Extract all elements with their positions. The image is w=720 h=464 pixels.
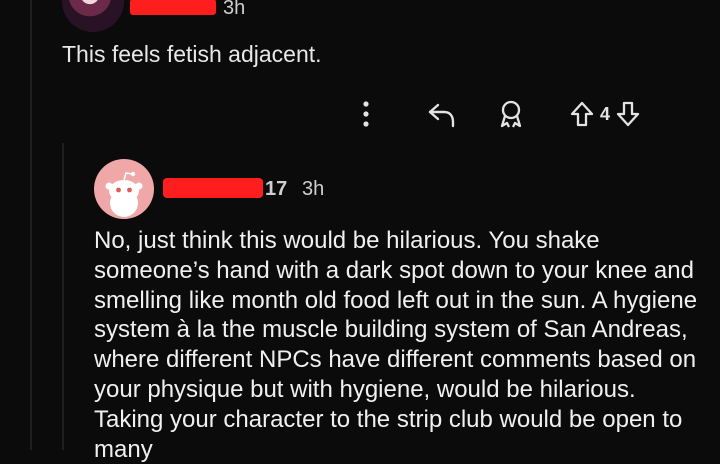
comment-time: 3h: [302, 178, 325, 200]
more-vertical-icon: [363, 101, 369, 127]
award-icon: [500, 100, 522, 128]
downvote-button[interactable]: [614, 96, 642, 132]
username-redacted[interactable]: takaboat: [130, 0, 216, 15]
avatar[interactable]: [94, 159, 154, 219]
comment-time: 3h: [223, 0, 246, 19]
comment-body: No, just think this would be hilarious. …: [94, 227, 698, 463]
username-redacted[interactable]: lllipard: [163, 178, 263, 198]
comment-action-bar: 4: [352, 96, 642, 132]
downvote-icon: [616, 101, 640, 127]
avatar[interactable]: [62, 0, 124, 32]
upvote-icon: [570, 101, 594, 127]
comment-body: This feels fetish adjacent.: [62, 41, 322, 67]
reply-thread-line: [62, 143, 64, 450]
vote-count: 4: [600, 103, 611, 124]
thread-line: [30, 0, 32, 450]
reply-icon: [428, 103, 455, 128]
award-button[interactable]: [496, 96, 526, 132]
username-suffix[interactable]: 17: [265, 178, 287, 201]
more-options-button[interactable]: [352, 96, 380, 132]
upvote-button[interactable]: [568, 96, 596, 132]
reply-button[interactable]: [426, 96, 458, 132]
snoo-avatar-icon: [105, 171, 143, 217]
